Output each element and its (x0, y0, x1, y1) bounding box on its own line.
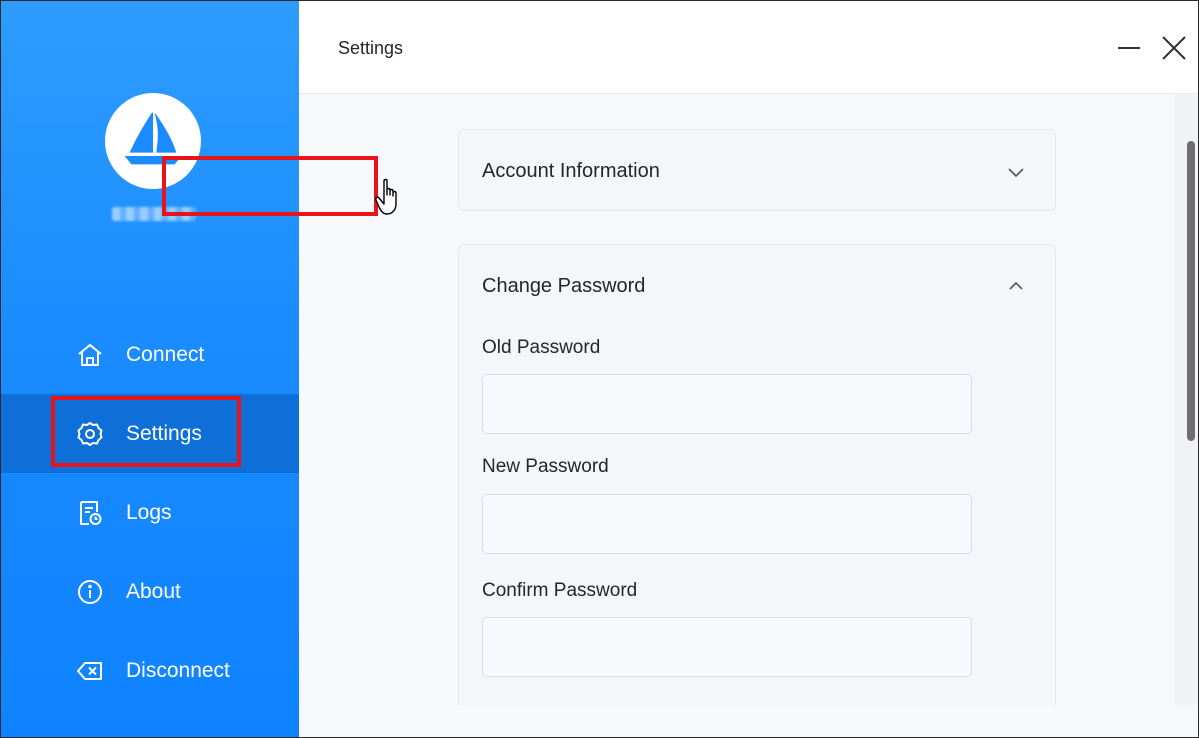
confirm-password-field[interactable] (482, 617, 972, 677)
log-icon (77, 500, 103, 526)
sidebar-item-logs[interactable]: Logs (1, 473, 299, 552)
account-information-panel[interactable]: Account Information (458, 129, 1056, 211)
account-information-header: Account Information (482, 160, 660, 182)
close-button[interactable] (1159, 33, 1189, 63)
minimize-button[interactable] (1114, 33, 1144, 63)
sidebar-item-label: Connect (126, 342, 205, 366)
settings-content: Account Information Change Password Old … (299, 95, 1174, 705)
chevron-up-icon[interactable] (1005, 275, 1027, 297)
app-window: Connect Settings Logs About Disconnect S… (0, 0, 1199, 738)
change-password-panel: Change Password Old Password New Passwor… (458, 244, 1056, 705)
home-icon (77, 342, 103, 368)
sidebar-item-label: Settings (126, 421, 202, 445)
sidebar-item-label: About (126, 579, 181, 603)
disconnect-icon (77, 658, 103, 684)
scrollbar-thumb[interactable] (1187, 141, 1195, 441)
page-title: Settings (338, 38, 404, 58)
change-password-header[interactable]: Change Password (482, 275, 645, 298)
minimize-icon (1118, 47, 1140, 49)
sidebar-item-disconnect[interactable]: Disconnect (1, 631, 299, 710)
chevron-down-icon[interactable] (1005, 161, 1027, 183)
confirm-password-label: Confirm Password (482, 580, 638, 601)
sidebar-item-about[interactable]: About (1, 552, 299, 631)
avatar (105, 93, 201, 189)
gear-icon (77, 421, 103, 447)
sidebar-item-label: Disconnect (126, 658, 230, 682)
sidebar-item-connect[interactable]: Connect (1, 315, 299, 394)
close-icon (1162, 36, 1186, 60)
sidebar-item-settings[interactable]: Settings (1, 394, 299, 473)
sidebar-nav: Connect Settings Logs About Disconnect (1, 315, 299, 710)
sailboat-logo-icon (124, 110, 182, 165)
old-password-field[interactable] (482, 374, 972, 434)
old-password-label: Old Password (482, 337, 601, 358)
info-icon (77, 579, 103, 605)
bottom-strip (299, 705, 1174, 737)
sidebar: Connect Settings Logs About Disconnect (1, 1, 299, 737)
username-redacted (112, 207, 196, 221)
new-password-field[interactable] (482, 494, 972, 554)
main-area: Settings Account Information Change Pass… (299, 1, 1198, 737)
sidebar-item-label: Logs (126, 500, 172, 524)
title-bar: Settings (299, 1, 1198, 94)
new-password-label: New Password (482, 456, 609, 477)
